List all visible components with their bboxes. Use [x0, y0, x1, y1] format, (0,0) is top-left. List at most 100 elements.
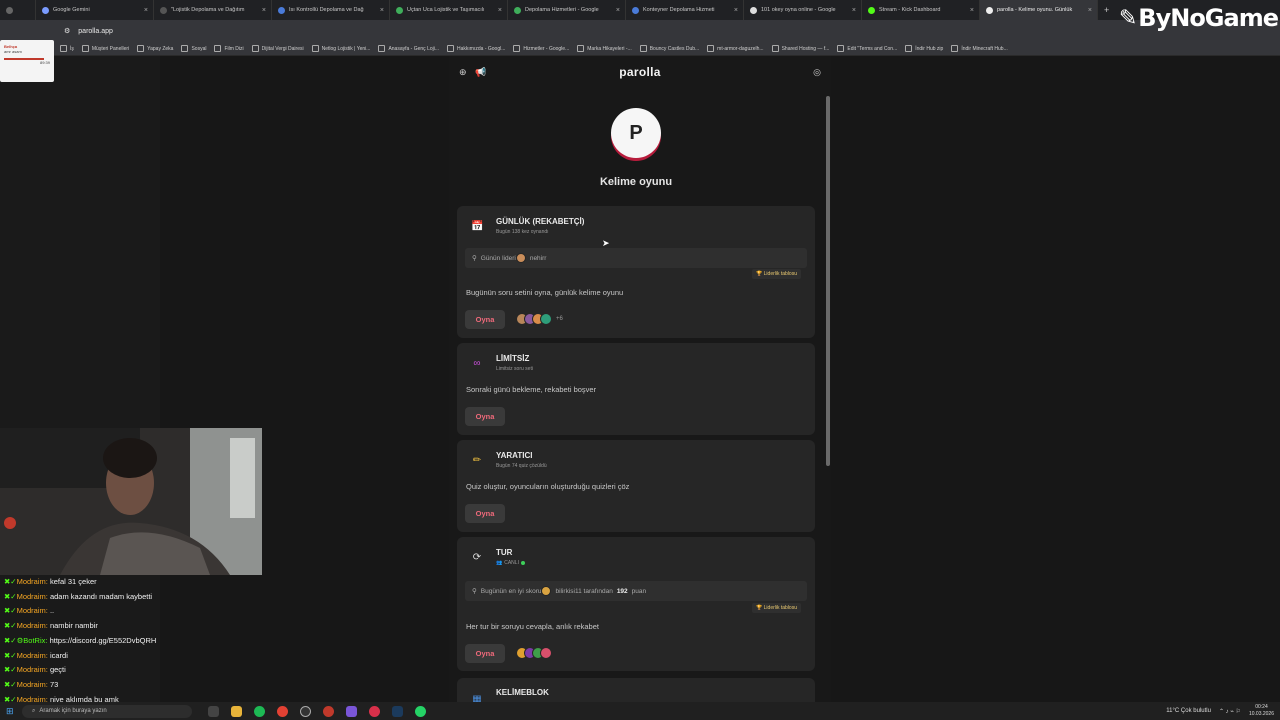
site-info-icon[interactable]: ⚙ [64, 27, 70, 35]
bookmark[interactable]: mt-armor-daguzelh... [707, 45, 763, 52]
mode-card-limitsiz[interactable]: ∞ LİMİTSİZ Limitsiz soru seti Sonraki gü… [457, 343, 815, 435]
close-icon[interactable]: × [144, 7, 148, 14]
weather-text[interactable]: 11°C Çok bulutlu [1166, 708, 1211, 714]
bookmark[interactable]: Anasayfa - Genç Loji... [378, 45, 439, 52]
tab-okey[interactable]: 101 okey oyna online - Google × [744, 0, 862, 20]
tray-icons[interactable]: ⌃ ♪ ⌁ ⚐ [1219, 708, 1241, 715]
bookmarks-bar: İş Müşteri Panelleri Yapay Zeka Sosyal F… [0, 42, 1280, 56]
close-icon[interactable]: × [616, 7, 620, 14]
plus-icon: + [1104, 5, 1110, 15]
tab-lojistik[interactable]: "Lojistik Depolama ve Dağıtım × [154, 0, 272, 20]
close-icon[interactable]: × [852, 7, 856, 14]
spotify-icon[interactable] [254, 705, 265, 717]
webcam-image [0, 428, 262, 575]
top-score-holder[interactable]: bilirkisi11 tarafından [555, 588, 612, 595]
tab-pinned[interactable] [0, 0, 36, 20]
bookmark[interactable]: Shared Hosting — f... [772, 45, 830, 52]
taskbar-search[interactable]: ⌕ Aramak için buraya yazın [22, 704, 192, 718]
badge-icon: ✖✓ [4, 606, 17, 616]
badge-icon: ✖✓ [4, 621, 17, 631]
card-description: Her tur bir soruyu cevapla, anlık rekabe… [466, 622, 599, 631]
page-icon [632, 6, 639, 14]
scrollbar[interactable] [825, 86, 831, 702]
leader-strip: ⚲ Günün lideri nehirr [465, 248, 807, 268]
close-icon[interactable]: × [1088, 7, 1092, 14]
google-icon [750, 6, 757, 14]
bookmark[interactable]: İndir Minecraft Hub... [951, 45, 1007, 52]
mode-card-gunluk[interactable]: 📅 GÜNLÜK (REKABETÇİ) Bugün 138 kez oynan… [457, 206, 815, 338]
app-title[interactable]: parolla [619, 65, 660, 79]
close-icon[interactable]: × [970, 7, 974, 14]
tab-google-gemini[interactable]: Google Gemini × [36, 0, 154, 20]
pen-logo-icon: ✎ [1118, 5, 1137, 31]
folder-icon[interactable] [231, 705, 242, 717]
language-icon[interactable]: ⊕ [459, 67, 467, 78]
bookmark[interactable]: İş [60, 45, 74, 52]
play-button[interactable]: Oyna [465, 644, 505, 663]
close-icon[interactable]: × [262, 7, 266, 14]
card-title: KELİMEBLOK [496, 688, 549, 697]
bookmark[interactable]: Edit "Terms and Con... [837, 45, 897, 52]
card-description: Bugünün soru setini oyna, günlük kelime … [466, 288, 624, 297]
bookmark[interactable]: Dijital Vergi Dairesi [252, 45, 304, 52]
user-icon[interactable]: ◎ [813, 67, 821, 78]
tab-depolama[interactable]: Depolama Hizmetleri - Google × [508, 0, 626, 20]
tab-isi-kontrollu[interactable]: Isı Kontrollü Depolama ve Dağ × [272, 0, 390, 20]
player-avatar [540, 313, 552, 325]
task-view-icon[interactable] [208, 705, 219, 717]
top-score-label: Bugünün en iyi skoru [480, 587, 542, 595]
bookmark[interactable]: Bouncy Castles Dub... [640, 45, 699, 52]
leaderboard-button[interactable]: 🏆 Liderlik tablosu [752, 603, 801, 613]
page-icon [160, 6, 167, 14]
top-score-unit: puan [631, 587, 647, 595]
new-tab-button[interactable]: + [1098, 0, 1118, 20]
chrome-icon[interactable] [277, 705, 288, 717]
play-button[interactable]: Oyna [465, 504, 505, 523]
leader-name[interactable]: nehirr [530, 255, 547, 262]
pencil-icon: ✏ [472, 455, 482, 466]
windows-start-icon[interactable]: ⊞ [6, 706, 14, 717]
tab-kick[interactable]: Stream - Kick Dashboard × [862, 0, 980, 20]
page-icon [514, 6, 521, 14]
bookmark[interactable]: Netlog Lojistik | Yeni... [312, 45, 371, 52]
scrollbar-thumb[interactable] [826, 96, 830, 466]
card-subtitle: Bugün 74 quiz çözüldü [496, 463, 547, 469]
close-icon[interactable]: × [498, 7, 502, 14]
bookmark[interactable]: Film Dizi [214, 45, 243, 52]
top-score-value: 192 [616, 587, 628, 595]
app-logo-avatar: P [611, 108, 661, 158]
clock[interactable]: 00:24 10.03.2026 [1249, 704, 1274, 718]
bookmark[interactable]: Yapay Zeka [137, 45, 173, 52]
bookmark[interactable]: Hizmetler - Google... [513, 45, 569, 52]
app-icon[interactable] [323, 705, 334, 717]
close-icon[interactable]: × [380, 7, 384, 14]
play-button[interactable]: Oyna [465, 407, 505, 426]
mini-overlay: Belhça amr asam 89:39 [0, 40, 54, 82]
bookmark[interactable]: Sosyal [181, 45, 206, 52]
tab-parolla[interactable]: parolla - Kelime oyunu. Günlük × [980, 0, 1098, 20]
chat-message: ✖✓Modraim: .. [4, 606, 55, 616]
bookmark[interactable]: Marka Hikayeleri -... [577, 45, 631, 52]
close-icon[interactable]: × [734, 7, 738, 14]
url-text[interactable]: parolla.app [78, 28, 113, 35]
steam-icon[interactable] [392, 705, 403, 717]
system-tray: 11°C Çok bulutlu ⌃ ♪ ⌁ ⚐ 00:24 10.03.2026 [1166, 704, 1274, 718]
badge-icon: ✖✓⚙ [4, 635, 24, 645]
tab-konteyner[interactable]: Konteyner Depolama Hizmeti × [626, 0, 744, 20]
app-icon[interactable] [346, 705, 357, 717]
play-button[interactable]: Oyna [465, 310, 505, 329]
whatsapp-icon[interactable] [415, 705, 426, 717]
more-players-count: +6 [556, 316, 563, 322]
announcement-icon[interactable]: 📢 [475, 67, 486, 78]
bookmark[interactable]: Hakkımızda - Googl... [447, 45, 505, 52]
tab-uctan-uca[interactable]: Uçtan Uca Lojistik ve Taşımacılı × [390, 0, 508, 20]
bookmark[interactable]: Müşteri Panelleri [82, 45, 129, 52]
leaderboard-button[interactable]: 🏆 Liderlik tablosu [752, 269, 801, 279]
app-icon[interactable] [369, 705, 380, 717]
obs-icon[interactable] [300, 705, 311, 717]
badge-icon: ✖✓ [4, 577, 17, 586]
address-bar[interactable]: ⚙ parolla.app [0, 20, 1280, 42]
mode-card-tur[interactable]: ⟳ TUR 👥 CANLI ⚲ Bugünün en iyi skoru bili… [457, 537, 815, 671]
mode-card-yaratici[interactable]: ✏ YARATICI Bugün 74 quiz çözüldü Quiz ol… [457, 440, 815, 532]
bookmark[interactable]: İndir Hub zip [905, 45, 943, 52]
